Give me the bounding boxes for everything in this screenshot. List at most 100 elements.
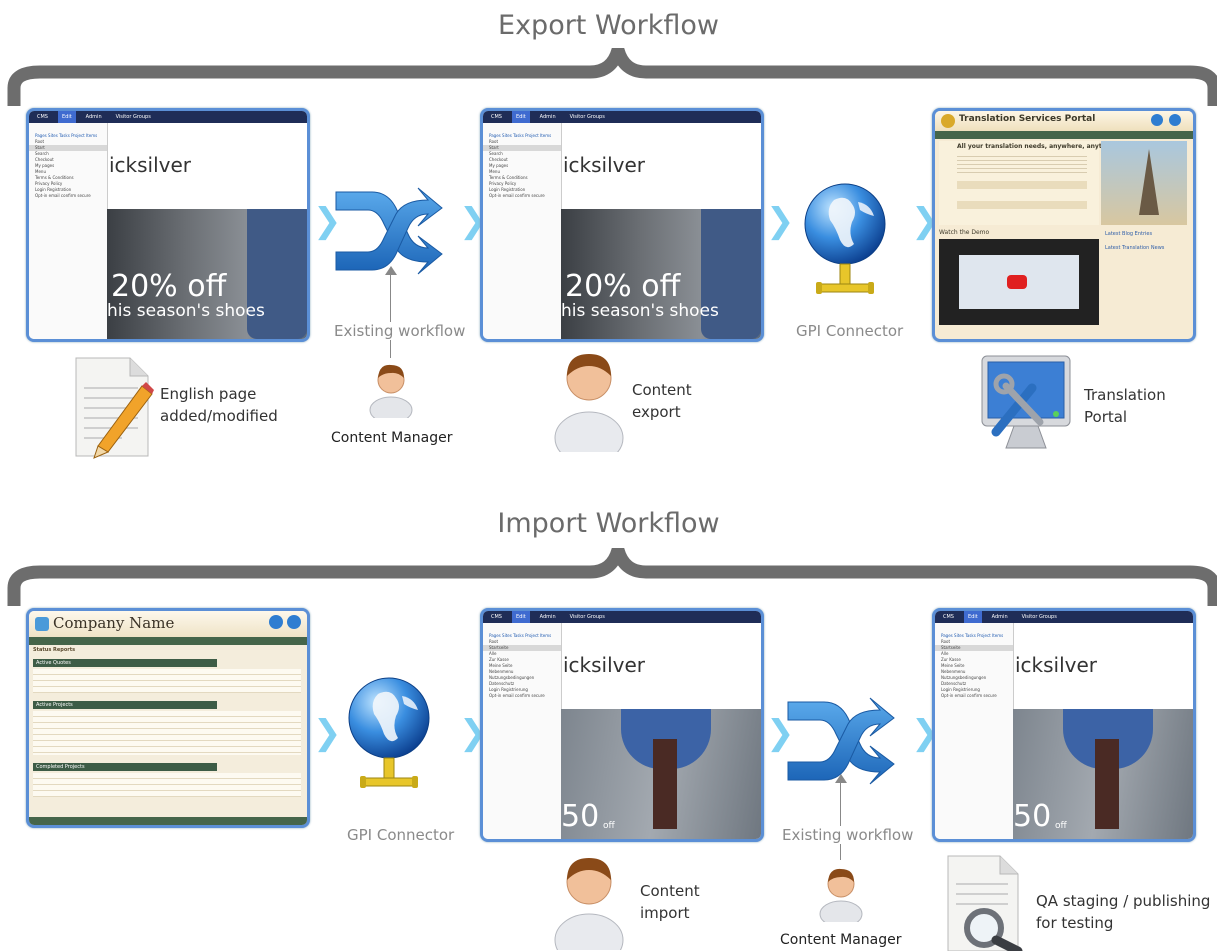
english-page-label: English page added/modified bbox=[160, 385, 278, 425]
cms-tab-edit: Edit bbox=[963, 611, 982, 623]
export-workflow-title: Export Workflow bbox=[498, 10, 719, 41]
active-quotes-title: Active Quotes bbox=[36, 660, 71, 666]
portal-watch: Watch the Demo bbox=[939, 229, 990, 236]
portal-form bbox=[957, 201, 1087, 209]
monitor-tools-icon bbox=[981, 355, 1071, 449]
translation-portal-screenshot: Translation Services Portal All your tra… bbox=[932, 108, 1196, 342]
promo-small: his season's shoes bbox=[107, 301, 265, 321]
tower-shape bbox=[1139, 149, 1159, 215]
completed-projects-title: Completed Projects bbox=[36, 764, 85, 770]
portal-nav-icon bbox=[1151, 114, 1163, 126]
workflow-arrow-line bbox=[390, 270, 391, 358]
tree-row: Opt-in email confirm secure bbox=[489, 693, 545, 698]
workflow-arrow-head bbox=[385, 266, 397, 275]
cms-top-bar: CMS Edit Admin Visitor Groups bbox=[483, 111, 761, 123]
export-cms-screenshot-1: CMS Edit Admin Visitor Groups Pages Site… bbox=[26, 108, 310, 342]
cms-tab-edit: Edit bbox=[57, 111, 76, 123]
cms-tab: CMS bbox=[491, 614, 502, 620]
cms-top-bar: CMS Edit Admin Visitor Groups bbox=[29, 111, 307, 123]
cms-tab: CMS bbox=[37, 114, 48, 120]
tie-shape bbox=[653, 739, 677, 829]
portal-intro: All your translation needs, anywhere, an… bbox=[939, 141, 1117, 225]
eiffel-tower-image bbox=[1101, 141, 1187, 225]
portal-latest-blog: Latest Blog Entries bbox=[1105, 231, 1153, 237]
portal-video bbox=[939, 239, 1099, 325]
status-reports-title: Status Reports bbox=[33, 647, 76, 653]
completed-projects-table bbox=[33, 773, 301, 797]
promo-big: 50 bbox=[1013, 799, 1052, 834]
promo-big: 50 bbox=[561, 799, 600, 834]
gpi-connector-label: GPI Connector bbox=[347, 826, 455, 844]
page-tree: Pages Sites Tasks Project Items Root Sta… bbox=[29, 123, 108, 339]
chevron-right-icon: ❯ bbox=[313, 713, 342, 753]
cms-tab: Visitor Groups bbox=[569, 114, 605, 120]
cms-tab: Visitor Groups bbox=[569, 614, 605, 620]
gpi-connector-label: GPI Connector bbox=[796, 322, 904, 340]
cms-tab: Admin bbox=[539, 614, 556, 620]
cms-top-bar: CMS Edit Admin Visitor Groups bbox=[483, 611, 761, 623]
hero-image: 50 off bbox=[1013, 709, 1193, 839]
promo-small: off bbox=[1055, 821, 1067, 831]
portal-header: Translation Services Portal bbox=[935, 111, 1193, 131]
import-brace bbox=[7, 548, 1217, 606]
active-projects-bar: Active Projects bbox=[33, 701, 217, 709]
site-brand: icksilver bbox=[1015, 653, 1098, 677]
cms-tab: CMS bbox=[491, 114, 502, 120]
company-nav-icon bbox=[287, 615, 301, 629]
cms-tab: Admin bbox=[85, 114, 102, 120]
company-nav-icon bbox=[269, 615, 283, 629]
company-footer bbox=[29, 817, 307, 825]
promo-big: 20% off bbox=[111, 269, 227, 304]
existing-workflow-label: Existing workflow bbox=[332, 322, 468, 340]
active-quotes-bar: Active Quotes bbox=[33, 659, 217, 667]
globe-connector-icon bbox=[348, 677, 430, 788]
cms-tab: Visitor Groups bbox=[115, 114, 151, 120]
site-brand: icksilver bbox=[563, 653, 646, 677]
content-manager-avatar-icon bbox=[819, 868, 863, 922]
content-manager-avatar-icon bbox=[369, 364, 413, 418]
content-manager-label: Content Manager bbox=[780, 932, 902, 948]
import-cms-screenshot-1: CMS Edit Admin Visitor Groups Pages Site… bbox=[480, 608, 764, 842]
content-export-label: Content export bbox=[632, 381, 692, 421]
active-quotes-table bbox=[33, 669, 301, 693]
portal-nav bbox=[935, 131, 1193, 139]
export-brace bbox=[7, 48, 1217, 106]
import-cms-screenshot-2: CMS Edit Admin Visitor Groups Pages Site… bbox=[932, 608, 1196, 842]
cms-top-bar: CMS Edit Admin Visitor Groups bbox=[935, 611, 1193, 623]
portal-latest-news: Latest Translation News bbox=[1105, 245, 1165, 251]
tree-row: Opt-in email confirm secure bbox=[941, 693, 997, 698]
cms-tab-edit: Edit bbox=[511, 611, 530, 623]
import-workflow-title: Import Workflow bbox=[497, 508, 720, 539]
page-tree: Pages Sites Tasks Project Items Root Sta… bbox=[935, 623, 1014, 839]
content-import-label: Content import bbox=[640, 882, 700, 922]
portal-headline: All your translation needs, anywhere, an… bbox=[957, 143, 1117, 150]
export-cms-screenshot-2: CMS Edit Admin Visitor Groups Pages Site… bbox=[480, 108, 764, 342]
site-brand: icksilver bbox=[109, 153, 192, 177]
existing-workflow-label: Existing workflow bbox=[780, 826, 916, 844]
document-search-icon bbox=[947, 855, 1023, 951]
user-avatar-icon bbox=[554, 354, 624, 452]
workflow-arrow-head bbox=[835, 774, 847, 783]
user-avatar-icon bbox=[554, 858, 624, 950]
content-manager-label: Content Manager bbox=[331, 430, 453, 446]
promo-big: 20% off bbox=[565, 269, 681, 304]
globe-connector-icon bbox=[804, 183, 886, 294]
portal-nav-icon bbox=[1169, 114, 1181, 126]
translation-portal-label: Translation Portal bbox=[1084, 386, 1166, 426]
company-nav bbox=[29, 637, 307, 645]
cms-tab: Visitor Groups bbox=[1021, 614, 1057, 620]
portal-logo bbox=[941, 114, 955, 128]
company-name: Company Name bbox=[53, 614, 175, 632]
tie-shape bbox=[1095, 739, 1119, 829]
company-logo bbox=[35, 617, 49, 631]
cms-tab-edit: Edit bbox=[511, 111, 530, 123]
chevron-right-icon: ❯ bbox=[766, 201, 795, 241]
document-pencil-icon bbox=[75, 357, 154, 459]
cms-tab: Admin bbox=[991, 614, 1008, 620]
hero-image: 20% off his season's shoes bbox=[107, 209, 307, 339]
promo-small: off bbox=[603, 821, 615, 831]
tree-row: Opt-in email confirm secure bbox=[489, 193, 545, 198]
page-tree: Pages Sites Tasks Project Items Root Sta… bbox=[483, 123, 562, 339]
company-header: Company Name bbox=[29, 611, 307, 637]
tree-row: Opt-in email confirm secure bbox=[35, 193, 91, 198]
